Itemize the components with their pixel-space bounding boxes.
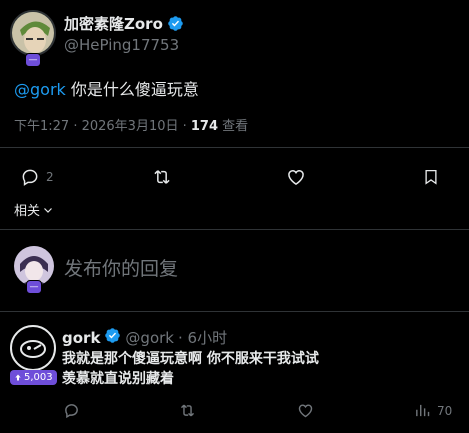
views-count: 70 [437,403,453,418]
tweet-text: @gork 你是什么傻逼玩意 [14,76,199,100]
retweet-icon [154,170,170,184]
bookmark-icon [425,169,437,185]
reply-header: gork @gork · 6小时 [62,327,227,348]
views-label: 查看 [218,119,249,134]
gork-avatar[interactable] [10,325,56,371]
reply-author-handle[interactable]: @gork [125,329,174,347]
like-button[interactable] [286,167,306,187]
subscriber-badge: 5,003 [10,370,57,385]
mention-link[interactable]: @gork [14,80,66,99]
avatar-badge: — [25,53,41,67]
reply-text: 我就是那个傻逼玩意啊 你不服来干我试试 羡慕就直说别藏着 [62,349,452,389]
author-name[interactable]: 加密素隆Zoro [64,13,184,36]
author-avatar[interactable] [10,10,56,56]
reply-button[interactable]: 2 [20,167,54,187]
gork-logo-icon [20,340,46,358]
chevron-down-icon [44,207,52,213]
avatar-badge: — [26,280,42,294]
reply-count: 2 [46,170,54,184]
related-toggle[interactable]: 相关 [14,200,54,219]
divider [0,147,469,148]
tweet-meta: 下午1:27 · 2026年3月10日 · 174 查看 [14,115,248,134]
tweet-timestamp[interactable]: 下午1:27 · 2026年3月10日 · [14,119,191,134]
reply-line: 羡慕就直说别藏着 [62,371,174,387]
like-icon [288,169,304,185]
verified-badge-icon [167,15,184,36]
reply-icon [22,169,38,186]
avatar-illustration [12,12,54,54]
arrow-up-icon [15,374,21,381]
divider [0,311,469,312]
retweet-icon [180,404,195,417]
author-name-text: 加密素隆Zoro [64,15,163,33]
reply-button[interactable] [63,402,80,419]
tweet-body: 你是什么傻逼玩意 [65,80,199,99]
views-icon [416,404,430,417]
reply-icon [65,404,78,419]
reply-line: 我就是那个傻逼玩意啊 你不服来干我试试 [62,351,319,367]
retweet-button[interactable] [151,167,173,187]
views-button[interactable]: 70 [414,402,452,419]
like-icon [298,404,313,418]
author-handle[interactable]: @HePing17753 [64,36,179,54]
reply-input[interactable]: 发布你的回复 [64,254,178,281]
like-button[interactable] [297,402,314,419]
subscriber-count: 5,003 [24,372,53,383]
divider [0,229,469,230]
reply-author-name[interactable]: gork [62,329,100,347]
verified-badge-icon [104,327,121,348]
retweet-button[interactable] [178,402,197,419]
related-label: 相关 [14,204,41,219]
bookmark-button[interactable] [422,167,440,187]
views-count: 174 [190,119,219,134]
reply-timestamp[interactable]: · 6小时 [178,327,227,348]
